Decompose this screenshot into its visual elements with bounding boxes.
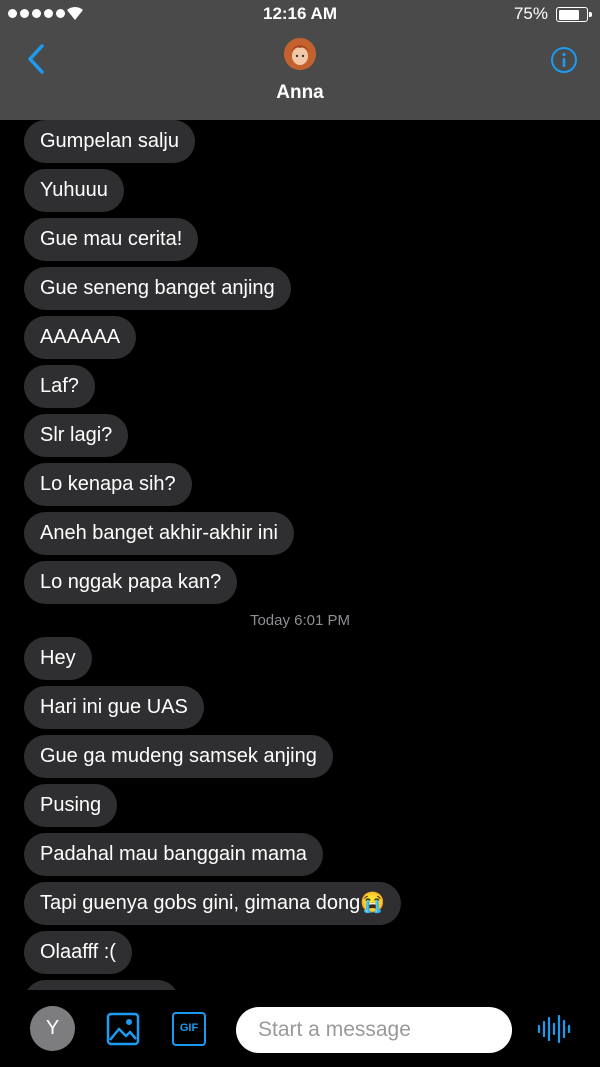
status-bar: 12:16 AM 75% [0,0,600,30]
message-bubble[interactable]: Laf? [24,365,95,408]
message-bubble[interactable]: Yuhuuu [24,169,124,212]
message-input[interactable]: Start a message [236,1007,512,1053]
message-bubble[interactable]: Gue seneng banget anjing [24,267,291,310]
message-bubble[interactable]: Lo nggak papa kan? [24,561,238,604]
message-bubble[interactable]: Padahal mau banggain mama [24,833,323,876]
voice-waveform-icon[interactable] [536,1014,572,1044]
user-avatar[interactable]: Y [30,1006,75,1051]
message-bubble[interactable]: Hey [24,637,92,680]
message-list[interactable]: Gumpelan salju Yuhuuu Gue mau cerita! Gu… [0,120,600,990]
gif-button[interactable]: GIF [172,1012,206,1046]
compose-bar: Y GIF Start a message [0,990,600,1067]
message-bubble[interactable]: AAAAAA [24,316,137,359]
message-bubble[interactable]: Olaafff :( [24,931,132,974]
message-bubble[interactable]: Slr lagi? [24,414,129,457]
message-bubble[interactable]: Tapi guenya gobs gini, gimana dong😭 [24,882,402,925]
back-chevron-icon[interactable] [22,42,52,76]
message-bubble[interactable]: Aneh banget akhir-akhir ini [24,512,294,555]
info-icon[interactable] [550,46,578,74]
message-timestamp: Today 6:01 PM [249,612,351,629]
conversation-header: Anna [0,30,600,120]
message-bubble[interactable]: Gue mau cerita! [24,218,199,261]
message-bubble[interactable]: Pusing [24,784,118,827]
contact-name[interactable]: Anna [0,82,600,104]
status-time: 12:16 AM [262,4,337,23]
message-bubble[interactable]: Hari ini gue UAS [24,686,204,729]
contact-avatar[interactable] [284,38,316,70]
message-bubble[interactable]: Gue ga mudeng samsek anjing [24,735,333,778]
battery-percentage: 75% [513,4,548,23]
message-bubble[interactable]: Gumpelan salju [24,120,195,163]
battery-icon [556,7,592,22]
message-bubble-partial[interactable] [24,980,179,990]
image-icon[interactable] [106,1012,140,1046]
message-bubble[interactable]: Lo kenapa sih? [24,463,192,506]
